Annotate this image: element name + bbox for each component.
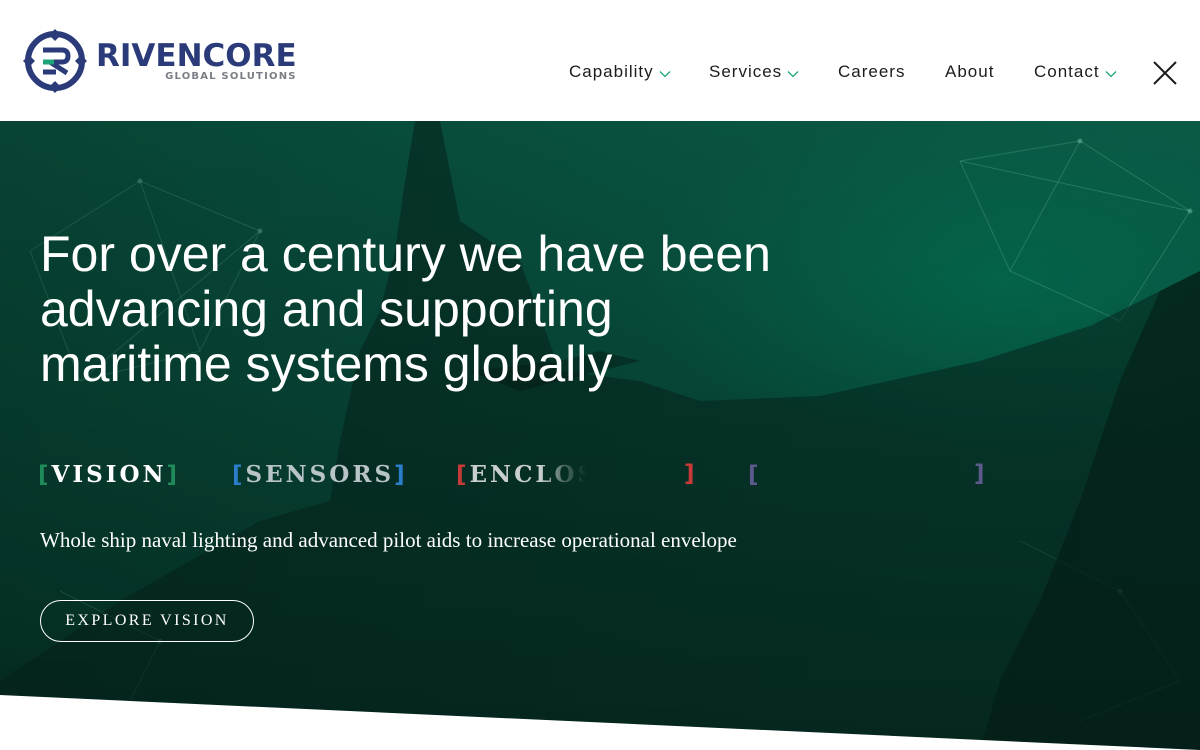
- nav-item-label: Services: [709, 62, 783, 81]
- nav-item-label: About: [945, 62, 995, 81]
- nav-item-label: Capability: [569, 62, 654, 81]
- nav-item-label: Contact: [1034, 62, 1100, 81]
- main-nav: Capability Services Careers About Contac…: [0, 62, 1200, 86]
- hero-banner: For over a century we have been advancin…: [0, 121, 1200, 750]
- chevron-down-icon: [787, 71, 799, 78]
- nav-item-label: Careers: [838, 62, 906, 81]
- site-header: RIVENCORE GLOBAL SOLUTIONS Capability Se…: [0, 0, 1200, 121]
- nav-item-capability[interactable]: Capability: [569, 62, 671, 82]
- nav-item-careers[interactable]: Careers: [838, 62, 905, 82]
- close-icon[interactable]: [1152, 60, 1178, 86]
- nav-item-about[interactable]: About: [945, 62, 994, 82]
- nav-item-services[interactable]: Services: [709, 62, 799, 82]
- chevron-down-icon: [1105, 71, 1117, 78]
- nav-item-contact[interactable]: Contact: [1034, 62, 1117, 82]
- chevron-down-icon: [659, 71, 671, 78]
- section-divider: [0, 695, 1200, 750]
